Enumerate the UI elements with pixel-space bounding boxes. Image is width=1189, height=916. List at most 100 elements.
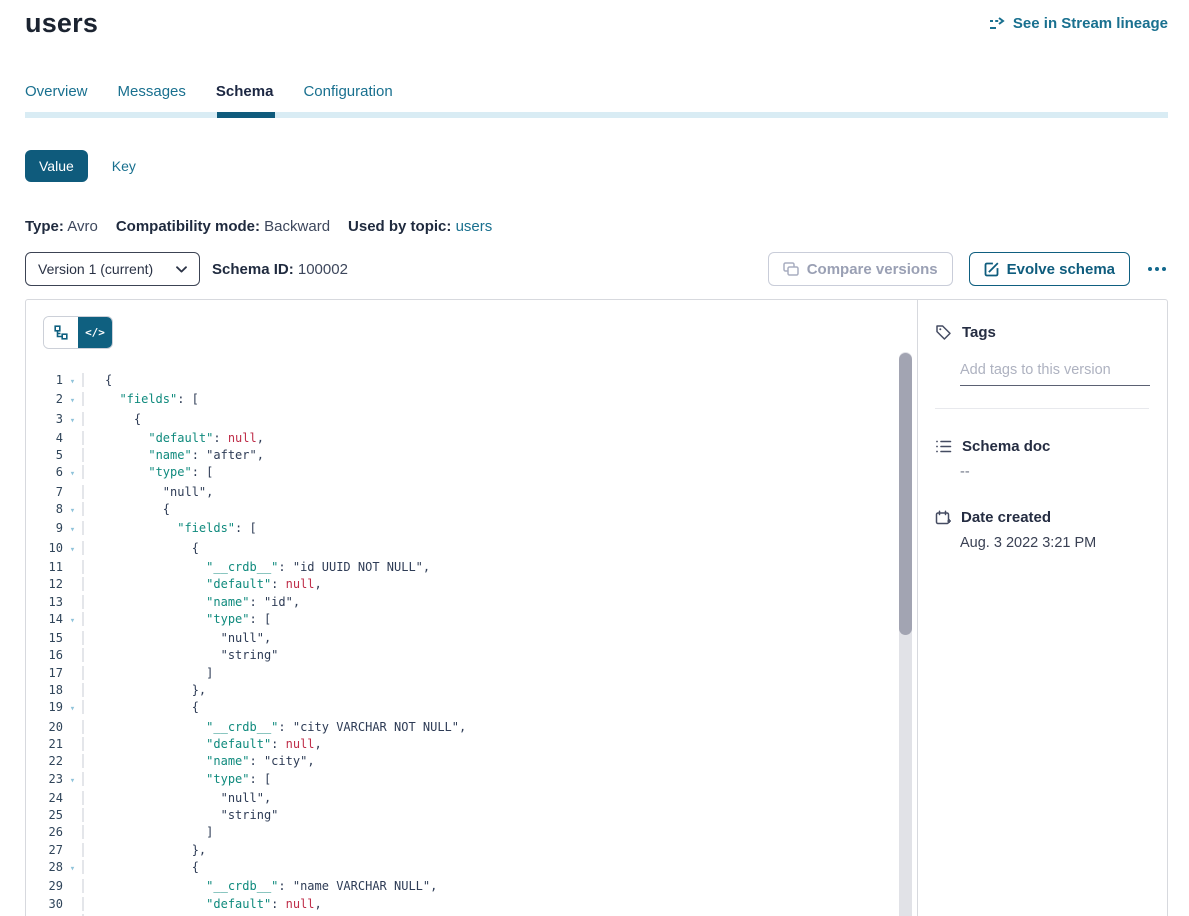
line-number: 27 <box>26 842 63 859</box>
collapse-arrow-icon[interactable]: ▾ <box>63 413 82 430</box>
code-text: "type": [ <box>82 465 213 479</box>
collapse-arrow-icon[interactable]: ▾ <box>63 503 82 520</box>
code-text: "name": "after", <box>82 448 264 462</box>
line-number: 29 <box>26 878 63 895</box>
code-lines: 1▾{2▾"fields": [3▾{4"default": null,5"na… <box>26 372 917 916</box>
code-line: 13"name": "id", <box>26 594 917 611</box>
tab-overview[interactable]: Overview <box>25 83 88 100</box>
code-line: 6▾"type": [ <box>26 464 917 483</box>
sidebar-divider <box>935 408 1149 409</box>
code-text: { <box>82 700 199 714</box>
compatibility-label: Compatibility mode: <box>116 218 260 235</box>
date-created-value: Aug. 3 2022 3:21 PM <box>960 535 1149 551</box>
code-text: { <box>82 541 199 555</box>
stream-lineage-label: See in Stream lineage <box>1013 15 1168 32</box>
collapse-arrow-icon[interactable]: ▾ <box>63 773 82 790</box>
code-text: "string" <box>82 648 278 662</box>
schema-id-value: 100002 <box>298 261 348 278</box>
code-line: 22 "name": "city", <box>26 753 917 770</box>
code-line: 23▾"type": [ <box>26 771 917 790</box>
more-options-button[interactable] <box>1146 263 1168 275</box>
type-label: Type: <box>25 218 64 235</box>
used-by-topic-label: Used by topic: <box>348 218 451 235</box>
code-line: 19▾{ <box>26 699 917 718</box>
tree-view-button[interactable] <box>44 317 78 348</box>
code-text: "__crdb__": "city VARCHAR NOT NULL", <box>82 720 466 734</box>
collapse-arrow-icon[interactable]: ▾ <box>63 522 82 539</box>
code-line: 11"__crdb__": "id UUID NOT NULL", <box>26 559 917 576</box>
schema-doc-value: -- <box>960 464 1149 480</box>
tag-icon <box>935 324 952 341</box>
code-text: }, <box>82 843 206 857</box>
more-options-icon <box>1162 267 1166 271</box>
value-key-toggle: Value Key <box>25 150 1168 182</box>
compare-versions-button[interactable]: Compare versions <box>768 252 953 286</box>
line-number: 28 <box>26 859 63 876</box>
line-number: 10 <box>26 540 63 557</box>
code-text: }, <box>82 683 206 697</box>
schema-id-label: Schema ID: <box>212 261 294 278</box>
date-created-icon <box>935 510 951 526</box>
tab-schema[interactable]: Schema <box>216 83 274 100</box>
line-number: 14 <box>26 611 63 628</box>
code-line: 28▾{ <box>26 859 917 878</box>
value-toggle-button[interactable]: Value <box>25 150 88 182</box>
code-line: 3▾{ <box>26 411 917 430</box>
schema-doc-icon <box>935 439 952 454</box>
schema-page: users See in Stream lineage Overview Mes… <box>0 0 1189 916</box>
collapse-arrow-icon[interactable]: ▾ <box>63 701 82 718</box>
date-created-title: Date created <box>961 509 1051 526</box>
collapse-arrow-icon[interactable]: ▾ <box>63 466 82 483</box>
evolve-schema-button[interactable]: Evolve schema <box>969 252 1130 286</box>
view-mode-toggle: </> <box>43 316 113 349</box>
code-line: 15 "null", <box>26 630 917 647</box>
code-text: "name": "city", <box>82 754 315 768</box>
line-number: 9 <box>26 520 63 537</box>
line-number: 25 <box>26 807 63 824</box>
tags-input[interactable] <box>960 362 1150 386</box>
line-number: 2 <box>26 391 63 408</box>
page-title: users <box>25 8 98 39</box>
code-line: 7"null", <box>26 484 917 501</box>
version-select[interactable]: Version 1 (current) <box>25 252 200 286</box>
scrollbar-thumb[interactable] <box>899 353 912 635</box>
line-number: 26 <box>26 824 63 841</box>
line-number: 7 <box>26 484 63 501</box>
line-number: 11 <box>26 559 63 576</box>
code-text: "fields": [ <box>82 392 199 406</box>
code-text: "default": null, <box>82 577 322 591</box>
code-line: 20"__crdb__": "city VARCHAR NOT NULL", <box>26 719 917 736</box>
key-toggle-button[interactable]: Key <box>112 158 136 174</box>
collapse-arrow-icon[interactable]: ▾ <box>63 542 82 559</box>
topic-link[interactable]: users <box>456 218 493 235</box>
line-number: 23 <box>26 771 63 788</box>
code-text: "null", <box>82 631 271 645</box>
code-line: 16"string" <box>26 647 917 664</box>
tab-configuration[interactable]: Configuration <box>303 83 392 100</box>
code-scrollbar[interactable] <box>899 352 912 916</box>
collapse-arrow-icon[interactable]: ▾ <box>63 374 82 391</box>
evolve-schema-icon <box>984 262 999 277</box>
line-number: 22 <box>26 753 63 770</box>
line-number: 30 <box>26 896 63 913</box>
collapse-arrow-icon[interactable]: ▾ <box>63 393 82 410</box>
line-number: 15 <box>26 630 63 647</box>
line-number: 24 <box>26 790 63 807</box>
version-select-value: Version 1 (current) <box>38 261 153 277</box>
schema-code-area: </> 1▾{2▾"fields": [3▾{4"default": null,… <box>26 300 917 916</box>
code-text: "null", <box>82 791 271 805</box>
stream-lineage-link[interactable]: See in Stream lineage <box>989 15 1168 32</box>
code-line: 27}, <box>26 842 917 859</box>
type-value: Avro <box>67 218 98 235</box>
code-view-button[interactable]: </> <box>78 317 112 348</box>
schema-doc-title: Schema doc <box>962 438 1050 455</box>
line-number: 8 <box>26 501 63 518</box>
tab-bar: Overview Messages Schema Configuration <box>25 83 1168 100</box>
evolve-schema-label: Evolve schema <box>1007 261 1115 278</box>
code-text: { <box>82 860 199 874</box>
tab-messages[interactable]: Messages <box>118 83 186 100</box>
collapse-arrow-icon[interactable]: ▾ <box>63 613 82 630</box>
type-field: Type: Avro <box>25 218 98 235</box>
code-line: 18}, <box>26 682 917 699</box>
collapse-arrow-icon[interactable]: ▾ <box>63 861 82 878</box>
